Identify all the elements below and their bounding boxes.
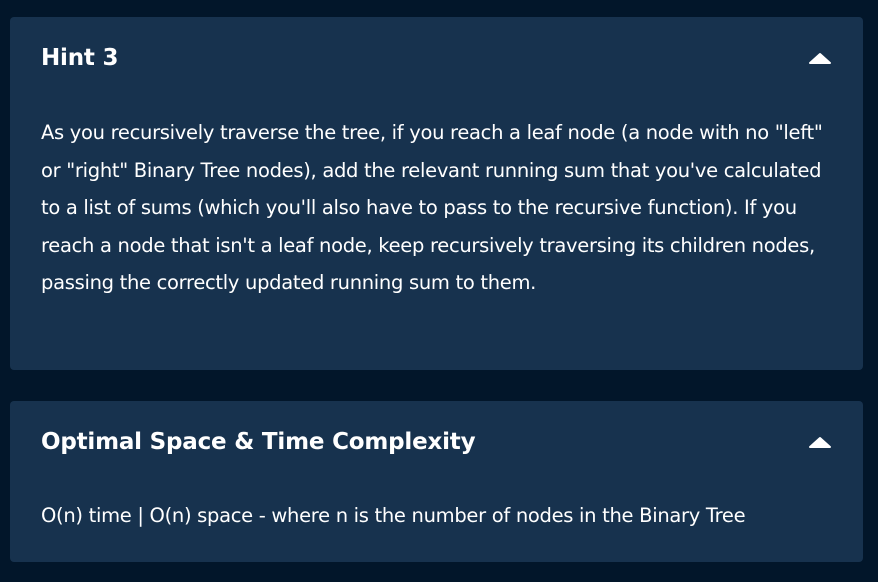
complexity-panel-header[interactable]: Optimal Space & Time Complexity (10, 401, 863, 483)
hint-panel: Hint 3 As you recursively traverse the t… (10, 17, 863, 370)
complexity-title: Optimal Space & Time Complexity (41, 429, 476, 455)
hint-title: Hint 3 (41, 45, 119, 71)
hint-text: As you recursively traverse the tree, if… (41, 121, 823, 294)
caret-up-icon (809, 437, 831, 448)
complexity-text: O(n) time | O(n) space - where n is the … (41, 504, 746, 527)
hint-collapse-button[interactable] (808, 50, 832, 66)
complexity-collapse-button[interactable] (808, 434, 832, 450)
page: Hint 3 As you recursively traverse the t… (0, 0, 878, 582)
hint-panel-header[interactable]: Hint 3 (10, 17, 863, 99)
complexity-panel: Optimal Space & Time Complexity O(n) tim… (10, 401, 863, 562)
caret-up-icon (809, 53, 831, 64)
